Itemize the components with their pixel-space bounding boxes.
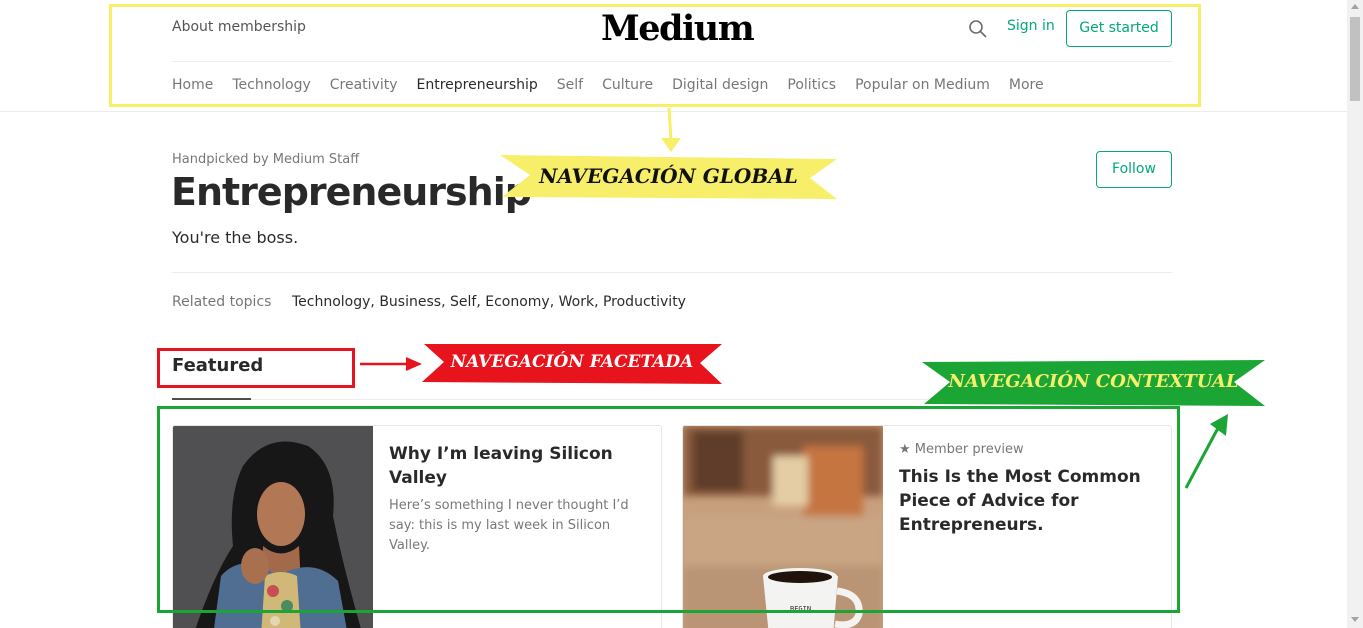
- related-topic-technology[interactable]: Technology: [292, 294, 370, 310]
- featured-tab-underline: [172, 398, 251, 400]
- related-topic-self[interactable]: Self: [450, 294, 476, 310]
- related-topics-label: Related topics: [172, 294, 272, 310]
- related-topic-productivity[interactable]: Productivity: [603, 294, 686, 310]
- scroll-up-arrow-icon[interactable]: [1351, 4, 1359, 9]
- global-navigation-label: NAVEGACIÓN GLOBAL: [539, 164, 798, 188]
- faceted-navigation-banner: NAVEGACIÓN FACETADA: [422, 342, 722, 384]
- topic-divider: [172, 272, 1172, 273]
- faceted-navigation-label: NAVEGACIÓN FACETADA: [450, 352, 694, 372]
- follow-button[interactable]: Follow: [1096, 151, 1172, 188]
- global-navigation-highlight: [109, 4, 1201, 107]
- contextual-navigation-highlight: [157, 406, 1180, 613]
- topic-description: You're the boss.: [172, 228, 299, 247]
- green-up-arrow-icon: [1184, 414, 1228, 489]
- contextual-navigation-banner: NAVEGACIÓN CONTEXTUAL: [922, 360, 1265, 406]
- handpicked-label: Handpicked by Medium Staff: [172, 152, 360, 167]
- page-scrollbar[interactable]: [1347, 0, 1363, 628]
- red-right-arrow-icon: [360, 357, 422, 371]
- page-title: Entrepreneurship: [171, 170, 532, 214]
- related-topics-list: Technology, Business, Self, Economy, Wor…: [292, 294, 686, 310]
- contextual-navigation-label: NAVEGACIÓN CONTEXTUAL: [948, 371, 1239, 392]
- scroll-down-arrow-icon[interactable]: [1351, 617, 1359, 622]
- related-topic-business[interactable]: Business: [379, 294, 441, 310]
- related-topic-economy[interactable]: Economy: [485, 294, 549, 310]
- yellow-down-arrow-icon: [661, 107, 681, 152]
- related-topic-work[interactable]: Work: [559, 294, 594, 310]
- faceted-navigation-highlight: [157, 348, 355, 388]
- scrollbar-thumb[interactable]: [1350, 17, 1360, 101]
- global-navigation-banner: NAVEGACIÓN GLOBAL: [500, 153, 837, 201]
